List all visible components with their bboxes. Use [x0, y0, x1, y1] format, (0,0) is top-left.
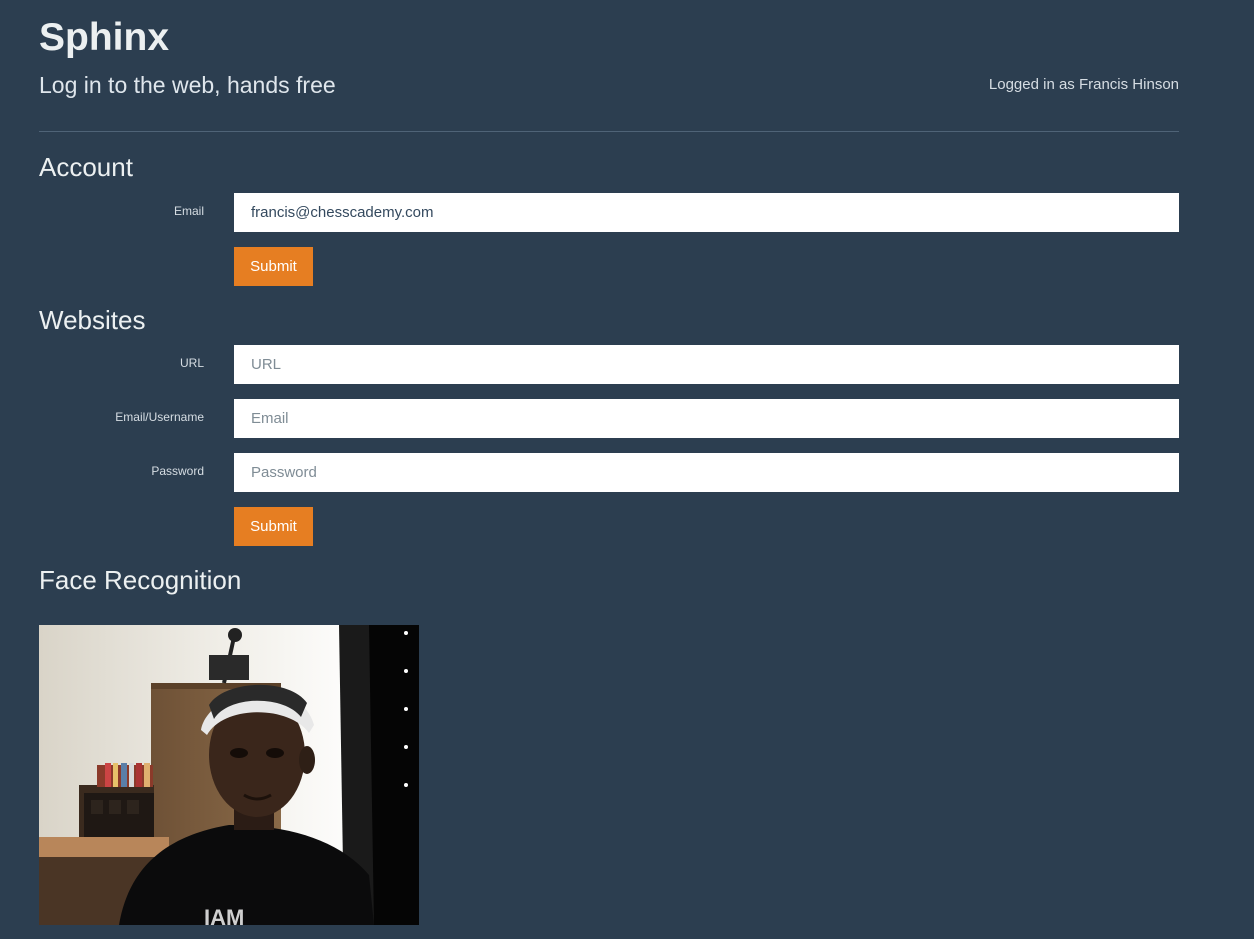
url-input[interactable]: [234, 345, 1179, 384]
account-submit-button[interactable]: Submit: [234, 247, 313, 286]
password-input[interactable]: [234, 453, 1179, 492]
email-label: Email: [173, 204, 204, 218]
account-section-title: Account: [39, 152, 133, 182]
username-input[interactable]: [234, 399, 1179, 438]
face-recognition-title: Face Recognition: [39, 565, 242, 595]
shirt-text: IAM: [204, 905, 244, 925]
webcam-feed: IAM: [39, 625, 419, 925]
webcam-image: IAM: [39, 625, 419, 925]
account-email-input[interactable]: [234, 193, 1179, 232]
logged-in-status: Logged in as Francis Hinson: [988, 76, 1179, 93]
websites-submit-button[interactable]: Submit: [234, 507, 313, 546]
tagline: Log in to the web, hands free: [39, 72, 336, 98]
url-label: URL: [179, 356, 204, 370]
brand-title: Sphinx: [39, 16, 170, 59]
username-label: Email/Username: [115, 410, 204, 424]
password-label: Password: [151, 464, 204, 478]
header-divider: [39, 131, 1179, 132]
websites-section-title: Websites: [39, 305, 146, 335]
